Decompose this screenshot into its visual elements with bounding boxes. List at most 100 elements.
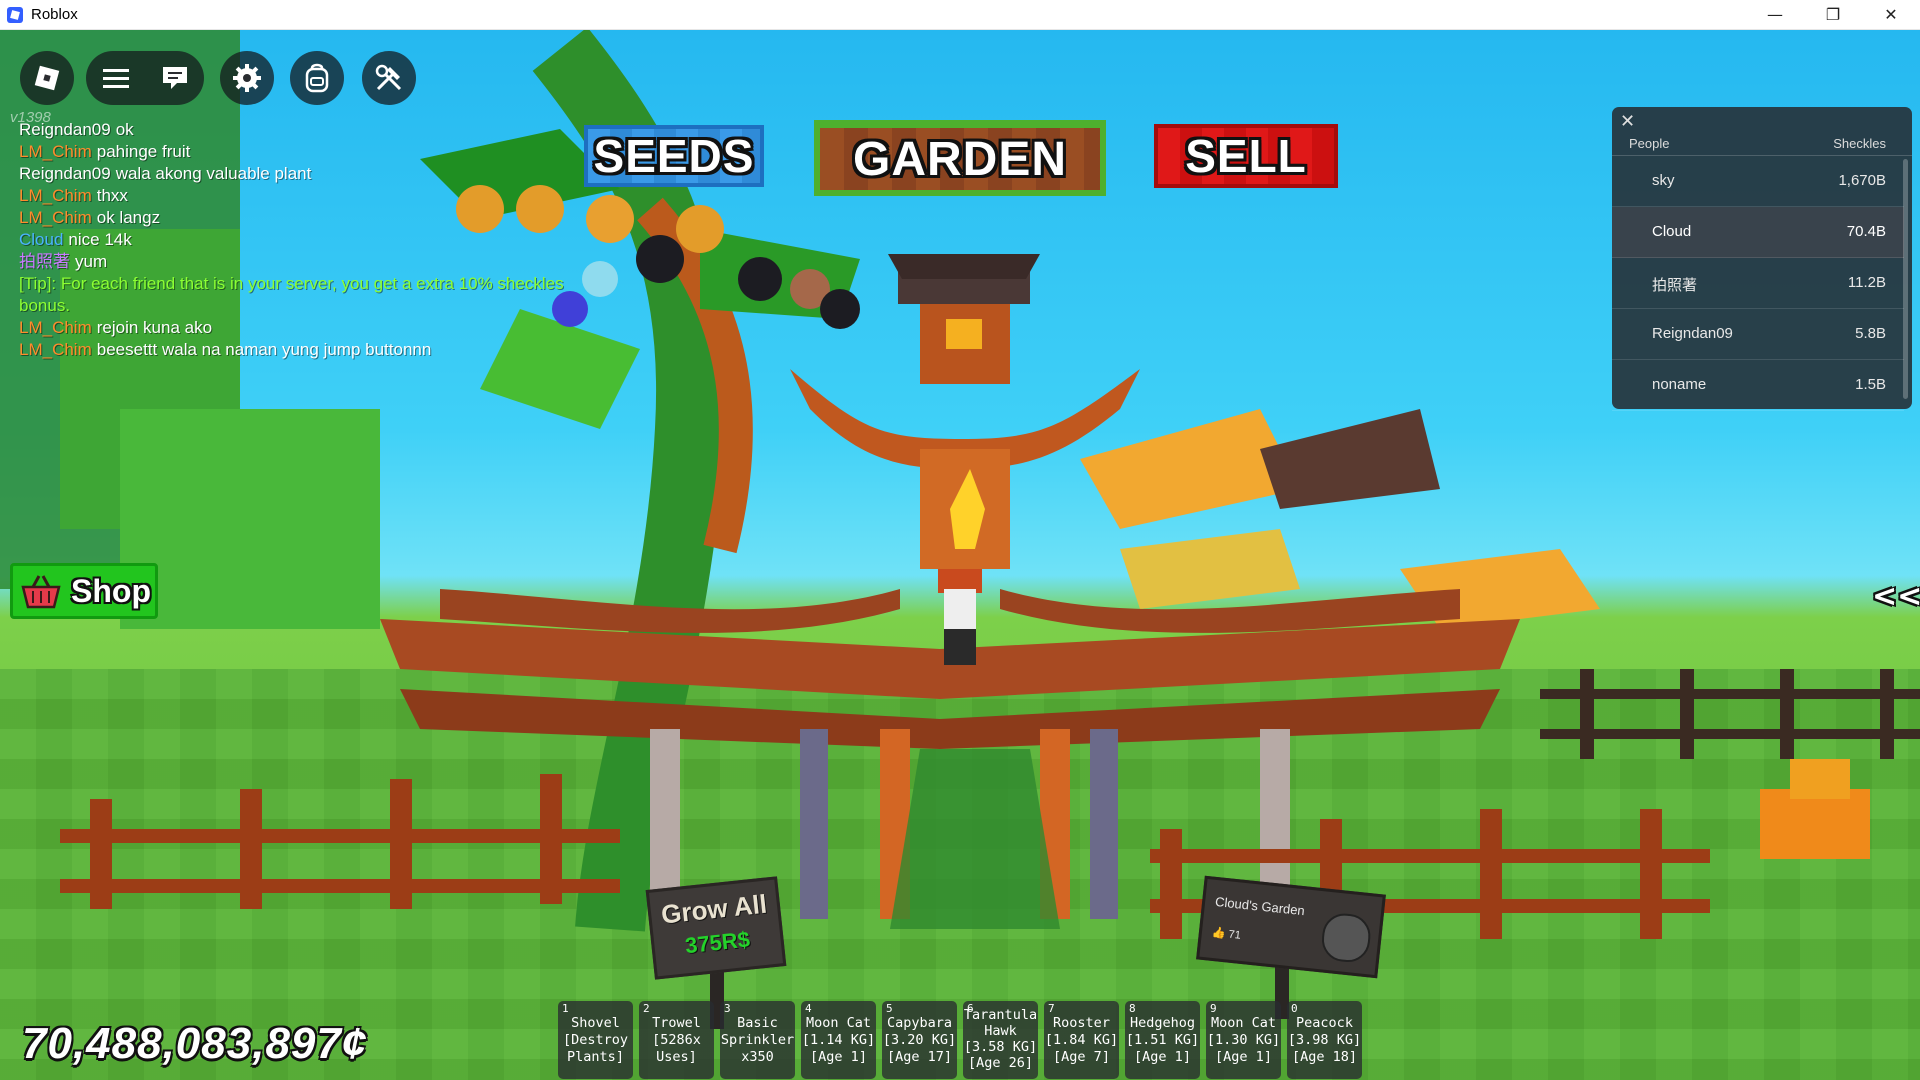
chat-speaker-name[interactable]: Reigndan09 (19, 164, 111, 183)
hotbar-slot-label: Basic Sprinkler x350 (720, 1015, 795, 1065)
hotbar-slot-number: 4 (805, 1002, 812, 1015)
leaderboard-row[interactable]: 拍照著 11.2B (1612, 258, 1904, 309)
garden-sign-likes: 👍 71 (1211, 926, 1242, 942)
hotbar-slot[interactable]: 5 Capybara [3.20 KG] [Age 17] (882, 1001, 957, 1079)
chat-toggle-button[interactable] (145, 51, 204, 105)
chat-speaker-name[interactable]: LM_Chim (19, 142, 92, 161)
window-titlebar: Roblox — ❐ ✕ (0, 0, 1920, 30)
minimize-button[interactable]: — (1746, 0, 1804, 29)
sheckles-balance: 70,488,083,897¢ (22, 1019, 368, 1068)
shop-label: Shop (71, 572, 151, 609)
chat-speaker-name[interactable]: 拍照著 (19, 252, 70, 271)
hotbar-slot[interactable]: 7 Rooster [1.84 KG] [Age 7] (1044, 1001, 1119, 1079)
hotbar-slot-label: Hedgehog [1.51 KG] [Age 1] (1125, 1015, 1200, 1065)
player-sheckles: 5.8B (1855, 325, 1886, 342)
chat-text: rejoin kuna ako (96, 318, 213, 337)
hotbar-slot-label: Moon Cat [1.30 KG] [Age 1] (1206, 1015, 1281, 1065)
game-viewport[interactable]: v1398 Reigndan09 ok LM_Chim pahinge fruit Re… (0, 29, 1920, 1080)
hamburger-menu-button[interactable] (86, 51, 145, 105)
player-sheckles: 1,670B (1838, 172, 1886, 189)
chat-message: LM_Chim pahinge fruit (19, 141, 579, 163)
hotbar-slot-label: Moon Cat [1.14 KG] [Age 1] (801, 1015, 876, 1065)
chat-message: LM_Chim ok langz (19, 207, 579, 229)
chat-text: yum (75, 252, 108, 271)
hotbar-slot[interactable]: 0 Peacock [3.98 KG] [Age 18] (1287, 1001, 1362, 1079)
hotbar-slot[interactable]: 8 Hedgehog [1.51 KG] [Age 1] (1125, 1001, 1200, 1079)
leaderboard-header-people: People (1629, 136, 1670, 151)
close-button[interactable]: ✕ (1862, 0, 1920, 29)
hammer-wrench-icon (375, 64, 402, 91)
menu-chat-pill (86, 51, 204, 105)
hotbar-slot[interactable]: 3 Basic Sprinkler x350 (720, 1001, 795, 1079)
shopping-basket-icon (21, 575, 61, 609)
owner-avatar (1319, 911, 1373, 965)
chat-message: LM_Chim beesettt wala na naman yung jump … (19, 339, 579, 361)
leaderboard-row-local-player[interactable]: Cloud 70.4B (1612, 207, 1904, 258)
player-name: Cloud (1652, 223, 1692, 240)
seeds-button[interactable]: SEEDS (584, 125, 764, 187)
leaderboard-header-sheckles: Sheckles (1833, 136, 1886, 151)
player-sheckles: 70.4B (1846, 223, 1886, 240)
garden-button[interactable]: GARDEN (814, 120, 1106, 196)
chat-message: LM_Chim thxx (19, 185, 579, 207)
collapse-arrow-button[interactable]: << (1872, 579, 1920, 614)
chat-message: Reigndan09 wala akong valuable plant (19, 163, 579, 185)
leaderboard-row[interactable]: sky 1,670B (1612, 156, 1904, 207)
backpack-icon (305, 63, 329, 93)
leaderboard-scrollbar[interactable] (1903, 159, 1908, 399)
hotbar-slot-number: 1 (562, 1002, 569, 1015)
grow-all-sign[interactable]: Grow All 375R$ (645, 876, 787, 980)
shop-button[interactable]: Shop (10, 563, 158, 619)
hamburger-icon (102, 69, 129, 88)
window-title: Roblox (31, 6, 78, 23)
hotbar-slot-number: 9 (1210, 1002, 1217, 1015)
chat-speaker-name[interactable]: Reigndan09 (19, 120, 111, 139)
hotbar-slot-number: 5 (886, 1002, 893, 1015)
window-controls: — ❐ ✕ (1746, 0, 1920, 29)
chat-icon (162, 67, 187, 89)
inventory-hotbar: 1 Shovel [Destroy Plants] 2 Trowel [5286x U… (558, 1001, 1362, 1079)
roblox-logo-icon (34, 65, 60, 91)
hotbar-slot[interactable]: 6 Tarantula Hawk [3.58 KG] [Age 26] (963, 1001, 1038, 1079)
hotbar-slot[interactable]: 9 Moon Cat [1.30 KG] [Age 1] (1206, 1001, 1281, 1079)
hotbar-slot-label: Tarantula Hawk [3.58 KG] [Age 26] (963, 1007, 1038, 1071)
sell-button[interactable]: SELL (1154, 124, 1338, 188)
leaderboard-row[interactable]: noname 1.5B (1612, 360, 1904, 411)
chat-speaker-name[interactable]: LM_Chim (19, 186, 92, 205)
hotbar-slot-label: Peacock [3.98 KG] [Age 18] (1287, 1015, 1362, 1065)
hotbar-slot[interactable]: 1 Shovel [Destroy Plants] (558, 1001, 633, 1079)
player-name: sky (1652, 172, 1675, 189)
chat-speaker-name[interactable]: LM_Chim (19, 318, 92, 337)
player-sheckles: 11.2B (1847, 274, 1886, 291)
player-sheckles: 1.5B (1855, 376, 1886, 393)
build-tools-button[interactable] (362, 51, 416, 105)
hotbar-slot[interactable]: 4 Moon Cat [1.14 KG] [Age 1] (801, 1001, 876, 1079)
chat-text: wala akong valuable plant (115, 164, 312, 183)
settings-button[interactable] (220, 51, 274, 105)
hotbar-slot-number: 3 (724, 1002, 731, 1015)
hotbar-slot-number: 2 (643, 1002, 650, 1015)
chat-speaker-name[interactable]: LM_Chim (19, 340, 92, 359)
player-leaderboard: ✕ People Sheckles sky 1,670B Cloud 70.4B… (1612, 107, 1912, 411)
chat-message: Cloud nice 14k (19, 229, 579, 251)
chat-speaker-name[interactable]: Cloud (19, 230, 63, 249)
chat-text: thxx (96, 186, 128, 205)
chat-speaker-name[interactable]: LM_Chim (19, 208, 92, 227)
garden-sign-title: Cloud's Garden (1214, 893, 1306, 919)
chat-tip-message: [Tip]: For each friend that is in your s… (19, 273, 579, 317)
chat-log: Reigndan09 ok LM_Chim pahinge fruit Reigndan… (19, 119, 579, 361)
hotbar-slot-label: Shovel [Destroy Plants] (562, 1015, 629, 1065)
chat-message: LM_Chim rejoin kuna ako (19, 317, 579, 339)
maximize-button[interactable]: ❐ (1804, 0, 1862, 29)
leaderboard-header: People Sheckles (1612, 127, 1912, 156)
hotbar-slot[interactable]: 2 Trowel [5286x Uses] (639, 1001, 714, 1079)
leaderboard-row[interactable]: Reigndan09 5.8B (1612, 309, 1904, 360)
player-name: 拍照著 (1652, 277, 1698, 294)
backpack-button[interactable] (290, 51, 344, 105)
chat-text: nice 14k (68, 230, 132, 249)
chat-text: ok (115, 120, 134, 139)
roblox-app-icon (7, 6, 23, 23)
hotbar-slot-label: Capybara [3.20 KG] [Age 17] (882, 1015, 957, 1065)
roblox-menu-button[interactable] (20, 51, 74, 105)
player-name: Reigndan09 (1652, 325, 1733, 342)
